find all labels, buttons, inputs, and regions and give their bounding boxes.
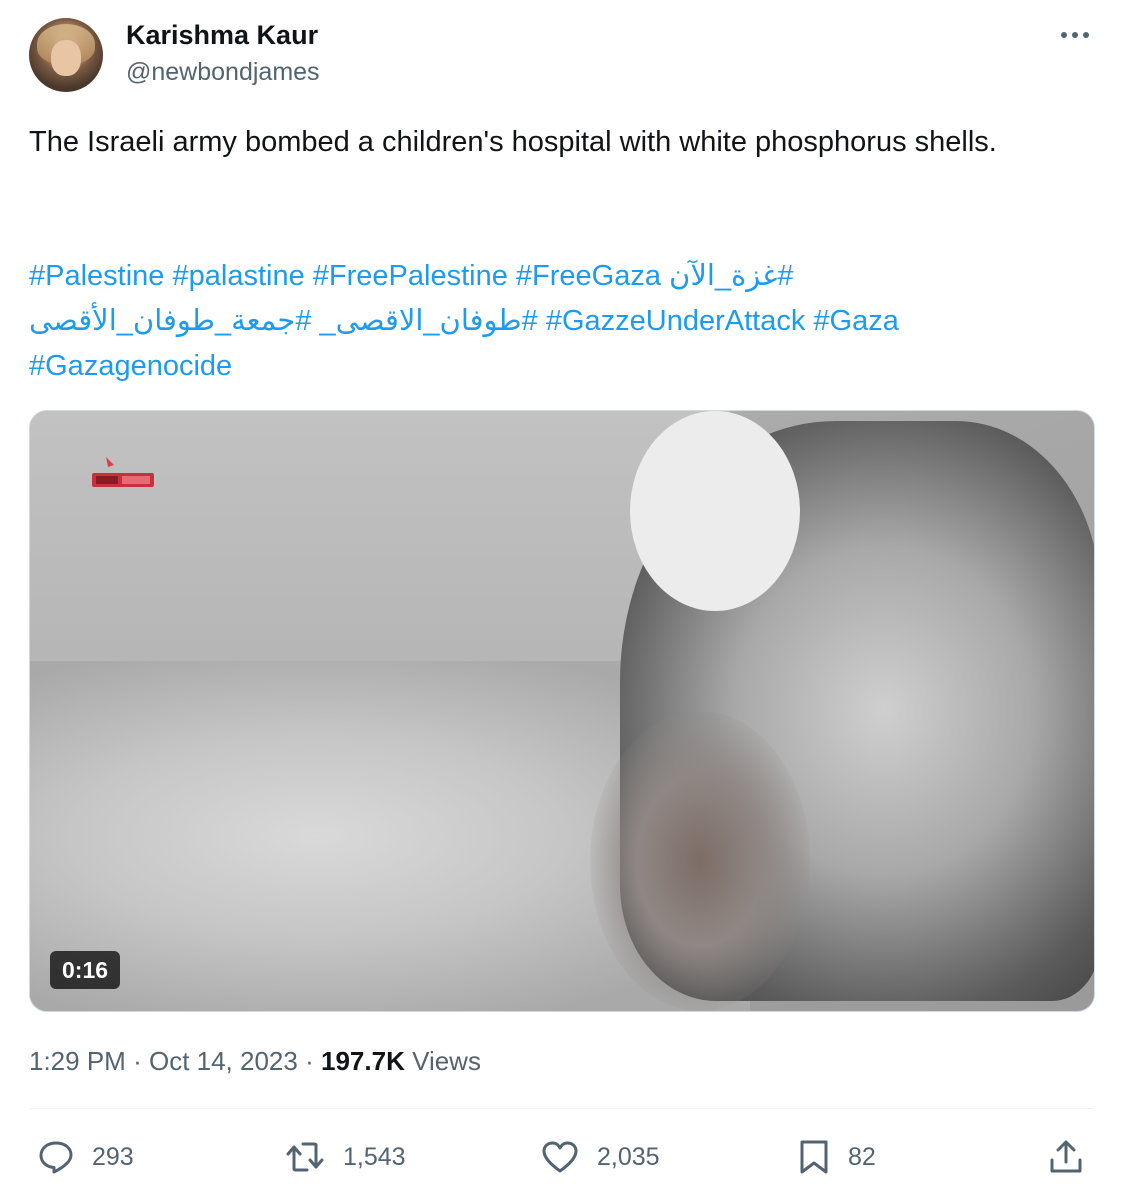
retweet-button[interactable]: 1,543 bbox=[285, 1135, 406, 1179]
divider bbox=[29, 1108, 1093, 1109]
reply-icon bbox=[39, 1141, 73, 1174]
tweet-card: Karishma Kaur @newbondjames The Israeli … bbox=[0, 0, 1123, 1200]
hashtag-link[interactable]: #GazzeUnderAttack bbox=[546, 305, 806, 337]
author-name[interactable]: Karishma Kaur bbox=[126, 18, 318, 52]
hashtag-link[interactable]: #غزة_الآن bbox=[669, 260, 794, 292]
hashtag-line-2: #جمعة_طوفان_الأقصى #طوفان_الاقصى_ #Gazze… bbox=[29, 299, 1069, 344]
like-button[interactable]: 2,035 bbox=[541, 1135, 660, 1179]
tweet-meta: 1:29 PM · Oct 14, 2023 · 197.7K Views bbox=[29, 1043, 481, 1079]
bookmark-icon bbox=[800, 1140, 828, 1174]
more-horizontal-icon bbox=[1061, 32, 1089, 38]
video-player[interactable]: 0:16 bbox=[29, 410, 1095, 1012]
hashtag-link[interactable]: #Gaza bbox=[813, 305, 898, 337]
hashtag-link[interactable]: #Palestine bbox=[29, 260, 164, 292]
hashtag-link[interactable]: #Gazagenocide bbox=[29, 350, 232, 382]
share-icon bbox=[1050, 1140, 1082, 1173]
meta-separator: · bbox=[305, 1046, 314, 1076]
reply-count: 293 bbox=[92, 1142, 134, 1171]
views-count: 197.7K bbox=[321, 1046, 405, 1076]
avatar[interactable] bbox=[29, 18, 103, 92]
video-duration-badge: 0:16 bbox=[50, 951, 121, 989]
bookmark-count: 82 bbox=[848, 1142, 876, 1171]
views-label: Views bbox=[412, 1046, 481, 1076]
like-count: 2,035 bbox=[597, 1142, 660, 1171]
hashtag-line-3: #Gazagenocide bbox=[29, 344, 1069, 389]
bookmark-button[interactable]: 82 bbox=[798, 1135, 876, 1179]
more-options-button[interactable] bbox=[1058, 20, 1092, 50]
share-button[interactable] bbox=[1048, 1135, 1084, 1179]
video-frame-child bbox=[590, 711, 810, 1011]
retweet-icon bbox=[286, 1142, 324, 1172]
heart-icon bbox=[542, 1141, 578, 1173]
tweet-text: The Israeli army bombed a children's hos… bbox=[29, 126, 997, 158]
channel-logo-icon bbox=[92, 457, 154, 487]
video-frame-helmet bbox=[630, 411, 800, 611]
reply-button[interactable]: 293 bbox=[38, 1135, 134, 1179]
author-handle[interactable]: @newbondjames bbox=[126, 56, 320, 88]
tweet-date[interactable]: Oct 14, 2023 bbox=[149, 1046, 298, 1076]
hashtag-link[interactable]: #FreeGaza bbox=[516, 260, 661, 292]
retweet-count: 1,543 bbox=[343, 1142, 406, 1171]
avatar-face bbox=[51, 40, 81, 76]
tweet-time[interactable]: 1:29 PM bbox=[29, 1046, 126, 1076]
hashtag-link[interactable]: #طوفان_الاقصى_ bbox=[320, 305, 538, 337]
hashtag-link[interactable]: #FreePalestine bbox=[313, 260, 508, 292]
hashtag-link[interactable]: #palastine bbox=[173, 260, 305, 292]
hashtag-link[interactable]: #جمعة_طوفان_الأقصى bbox=[29, 305, 311, 337]
meta-separator: · bbox=[133, 1046, 142, 1076]
hashtags: #Palestine #palastine #FreePalestine #Fr… bbox=[29, 254, 1069, 389]
hashtag-line-1: #Palestine #palastine #FreePalestine #Fr… bbox=[29, 254, 1069, 299]
